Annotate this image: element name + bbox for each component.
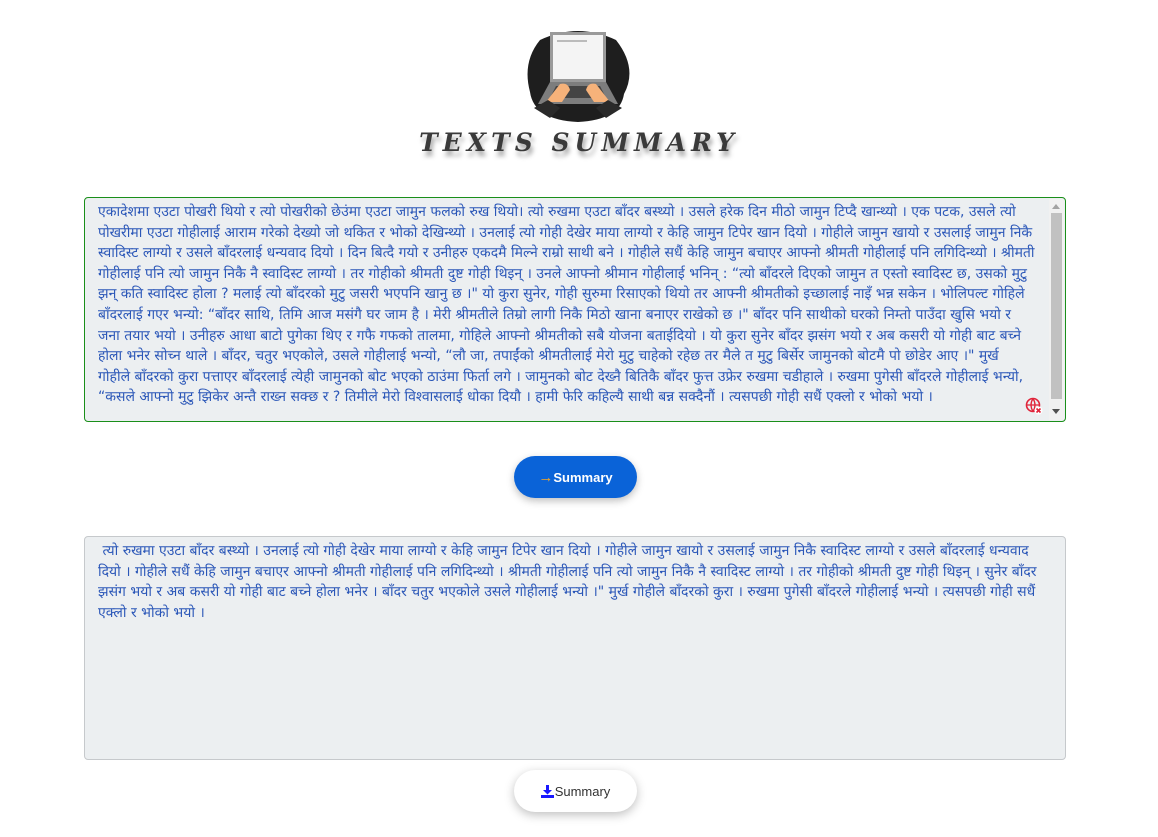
- download-button-label: Summary: [554, 783, 611, 799]
- download-icon: [540, 784, 554, 798]
- page-title: TEXTS SUMMARY: [419, 128, 739, 157]
- summarize-button-label: Summary: [553, 469, 613, 485]
- scroll-down-arrow-icon[interactable]: [1052, 409, 1060, 414]
- summarize-button[interactable]: → Summary: [514, 456, 637, 498]
- download-summary-button[interactable]: Summary: [514, 770, 637, 812]
- laptop-typing-logo: [527, 31, 630, 122]
- scrollbar[interactable]: [1049, 199, 1064, 420]
- summary-output-area[interactable]: त्यो रुखमा एउटा बाँदर बस्थ्यो । उनलाई त्…: [84, 536, 1066, 760]
- scroll-up-arrow-icon[interactable]: [1052, 204, 1060, 209]
- scrollbar-thumb[interactable]: [1051, 213, 1062, 399]
- summary-text: त्यो रुखमा एउटा बाँदर बस्थ्यो । उनलाई त्…: [98, 543, 1041, 621]
- arrow-right-icon: →: [538, 468, 554, 486]
- input-text[interactable]: एकादेशमा एउटा पोखरी थियो र त्यो पोखरीको …: [98, 202, 1035, 408]
- input-text-area[interactable]: एकादेशमा एउटा पोखरी थियो र त्यो पोखरीको …: [84, 197, 1066, 422]
- language-check-icon[interactable]: [1025, 397, 1043, 415]
